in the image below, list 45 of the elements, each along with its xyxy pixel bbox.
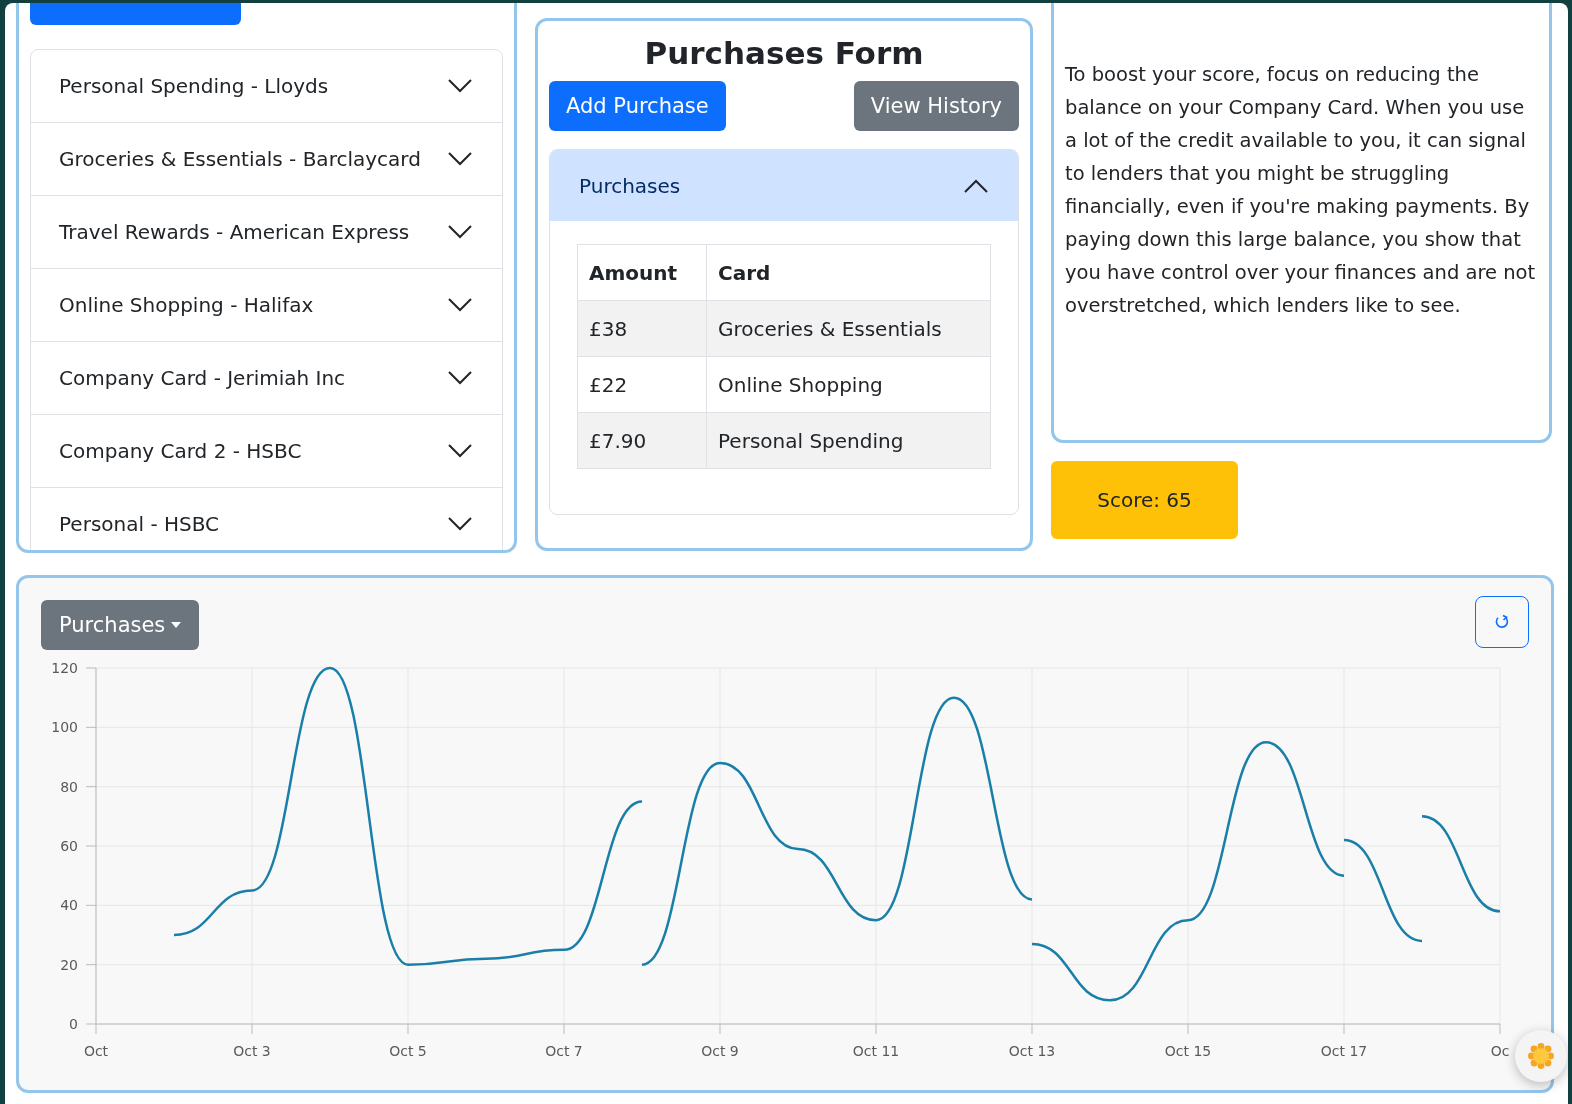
column-header: Amount <box>577 244 707 301</box>
table-cell: £22 <box>577 356 707 413</box>
purchases-accordion-header[interactable]: Purchases <box>550 150 1018 221</box>
y-tick-label: 60 <box>60 838 78 854</box>
x-tick-label: Oct 17 <box>1320 1043 1368 1059</box>
add-purchase-button[interactable]: Add Purchase <box>549 81 726 131</box>
table-cell: £7.90 <box>577 412 707 469</box>
column-header: Card <box>706 244 991 301</box>
accordion-title: Purchases <box>579 173 681 198</box>
purchases-dropdown[interactable]: Purchases <box>41 600 200 650</box>
card-accordion-item[interactable]: Company Card - Jerimiah Inc <box>31 342 502 415</box>
x-tick-label: Oct 9 <box>701 1043 739 1059</box>
refresh-icon <box>1494 614 1510 630</box>
sun-icon <box>1528 1043 1554 1069</box>
table-cell: £38 <box>577 300 707 357</box>
view-history-button[interactable]: View History <box>853 81 1019 131</box>
x-tick-label: Oc <box>1490 1043 1510 1059</box>
card-accordion-item[interactable]: Travel Rewards - American Express <box>31 196 502 269</box>
x-tick-label: Oct 11 <box>852 1043 900 1059</box>
advice-text: To boost your score, focus on reducing the balance on your Company Card. When you use a lot of the credit available to you, it can signal to lenders that you might be struggling financially, even if you're making payments. By paying down this large balance, you show that you have control over your finances and are not overstretched, which lenders like to see. <box>1065 62 1537 319</box>
x-tick-label: Oct 15 <box>1164 1043 1212 1059</box>
caret-icon <box>171 622 182 628</box>
card-accordion-item[interactable]: Groceries & Essentials - Barclaycard <box>31 123 502 196</box>
x-tick-label: Oct 3 <box>233 1043 271 1059</box>
floating-button[interactable] <box>1515 1030 1567 1082</box>
x-tick-label: Oct 5 <box>389 1043 427 1059</box>
y-tick-label: 20 <box>60 956 78 973</box>
card-accordion-item[interactable]: Personal - HSBC <box>31 488 502 550</box>
y-tick-label: 80 <box>60 778 78 795</box>
refresh-button[interactable] <box>1475 596 1529 648</box>
card-accordion-item[interactable]: Company Card 2 - HSBC <box>31 415 502 488</box>
x-tick-label: Oct <box>83 1043 109 1059</box>
x-tick-label: Oct 13 <box>1008 1043 1056 1059</box>
card-accordion-item[interactable]: Personal Spending - Lloyds <box>31 50 502 123</box>
y-tick-label: 0 <box>69 1016 78 1032</box>
score-button[interactable]: Score: 65 <box>1051 461 1238 539</box>
table-cell: Online Shopping <box>706 356 991 413</box>
table-cell: Personal Spending <box>706 412 991 469</box>
x-tick-label: Oct 7 <box>545 1043 583 1059</box>
y-tick-label: 100 <box>51 719 78 736</box>
y-tick-label: 120 <box>51 660 78 676</box>
y-tick-label: 40 <box>60 897 78 914</box>
form-title: Purchases Form <box>643 34 925 73</box>
card-accordion-item[interactable]: Online Shopping - Halifax <box>31 269 502 342</box>
table-cell: Groceries & Essentials <box>706 300 991 357</box>
